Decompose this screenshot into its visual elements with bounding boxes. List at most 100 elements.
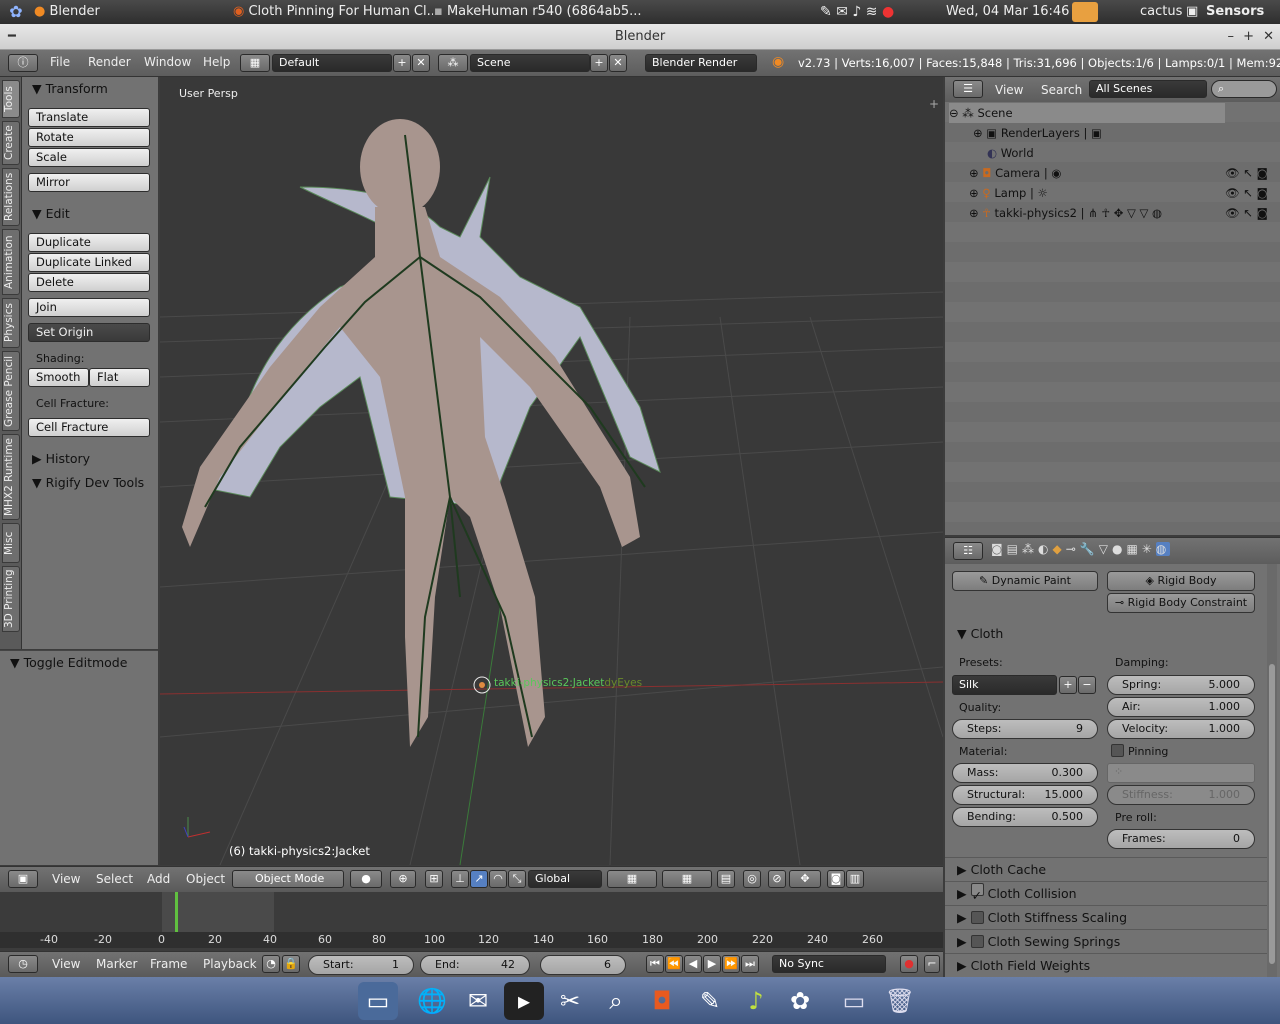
eye-icon[interactable]: 👁 [1225, 206, 1240, 220]
play-reverse-icon[interactable]: ◀ [684, 955, 702, 973]
cloth-preset-select[interactable]: Silk [952, 675, 1057, 695]
duplicate-button[interactable]: Duplicate [28, 233, 150, 252]
menu-view[interactable]: View [52, 872, 80, 886]
expand-icon[interactable]: ⊕ [973, 126, 983, 140]
editor-type-info-icon[interactable]: ⓘ [8, 54, 38, 72]
eye-icon[interactable]: 👁 [1225, 186, 1240, 200]
constraints-tab-icon[interactable]: ⊸ [1066, 542, 1080, 556]
close-icon[interactable]: ✕ [1263, 24, 1274, 50]
trash-icon[interactable]: 🗑 [880, 982, 920, 1020]
tab-misc[interactable]: Misc [2, 523, 20, 563]
camera-restrict-icons[interactable]: 👁 ↖ ◙ [1225, 163, 1277, 183]
browser-globe-icon[interactable]: 🌐 [412, 982, 452, 1020]
scene-icon[interactable]: ⁂ [438, 54, 468, 72]
texture-tab-icon[interactable]: ▦ [1126, 542, 1141, 556]
menu-help[interactable]: Help [203, 55, 230, 69]
editor-type-properties-icon[interactable]: ☷ [953, 542, 983, 560]
modifiers-tab-icon[interactable]: 🔧 [1080, 542, 1099, 556]
screen-layout-icon[interactable]: ▦ [240, 54, 270, 72]
tab-physics[interactable]: Physics [2, 298, 20, 348]
end-frame-field[interactable]: End: 42 [420, 955, 530, 975]
notes-icon[interactable]: ✎ [820, 4, 832, 20]
rigify-panel-header[interactable]: ▼ Rigify Dev Tools [32, 475, 144, 490]
menu-select[interactable]: Select [96, 872, 133, 886]
wifi-icon[interactable]: ≋ [866, 4, 878, 20]
render-still-icon[interactable]: ◙ [827, 870, 845, 888]
scale-manip-icon[interactable]: ⤡ [508, 870, 526, 888]
menu-outliner-view[interactable]: View [995, 83, 1023, 97]
cloth-collision-panel[interactable]: ▶ ✓ Cloth Collision [945, 881, 1267, 905]
ubuntu-menu-icon[interactable]: ✿ [4, 0, 28, 24]
takki-restrict-icons[interactable]: 👁 ↖ ◙ [1225, 203, 1277, 223]
editor-type-timeline-icon[interactable]: ◷ [8, 955, 38, 973]
pinning-checkbox-box[interactable] [1111, 744, 1124, 757]
steps-field[interactable]: Steps: 9 [952, 719, 1098, 739]
rigid-body-constraint-button[interactable]: ⊸ Rigid Body Constraint [1107, 593, 1255, 613]
alert-icon[interactable]: ● [882, 4, 894, 20]
velocity-field[interactable]: Velocity: 1.000 [1107, 719, 1255, 739]
delete-button[interactable]: Delete [28, 273, 150, 292]
tab-mhx2-runtime[interactable]: MHX2 Runtime [2, 434, 20, 520]
outliner-row-renderlayers[interactable]: ⊕ ▣ RenderLayers | ▣ [973, 123, 1102, 143]
sewing-springs-checkbox[interactable] [970, 935, 984, 948]
keying-icon[interactable]: ⌐ [924, 955, 940, 973]
proportional-edit-icon[interactable]: ◎ [743, 870, 761, 888]
scene-field[interactable]: Scene [470, 54, 590, 72]
mail-icon[interactable]: ✉ [836, 4, 848, 20]
add-preset-icon[interactable]: + [1059, 676, 1077, 694]
menu-outliner-search[interactable]: Search [1041, 83, 1082, 97]
pivot-point-icon[interactable]: ⊕ [390, 870, 416, 888]
cursor-icon[interactable]: ↖ [1243, 186, 1253, 200]
mass-field[interactable]: Mass: 0.300 [952, 763, 1098, 783]
preview-range-icon[interactable]: ◔ [262, 955, 280, 973]
current-frame-field[interactable]: 6 [540, 955, 626, 975]
record-icon[interactable]: ● [900, 955, 918, 973]
screen-layout-field[interactable]: Default [272, 54, 392, 72]
tab-create[interactable]: Create [2, 121, 20, 165]
outliner-tree[interactable]: ⊖ ⁂ Scene ⊕ ▣ RenderLayers | ▣ ◐ World ⊕… [945, 102, 1280, 535]
clock[interactable]: Wed, 04 Mar 16:46 [946, 0, 1076, 24]
minimize-icon[interactable]: – [1228, 24, 1235, 50]
cloth-sewing-springs-panel[interactable]: ▶ Cloth Sewing Springs [945, 929, 1267, 953]
collapse-icon[interactable]: ⊖ [949, 106, 959, 120]
toggle-editmode-header[interactable]: ▼ Toggle Editmode [10, 655, 127, 670]
render-tab-icon[interactable]: ◙ [991, 542, 1007, 556]
outliner-row-lamp[interactable]: ⊕ ♀ Lamp | ☼ [969, 183, 1048, 203]
editor-type-outliner-icon[interactable]: ☰ [953, 80, 983, 98]
transform-panel-header[interactable]: ▼ Transform [32, 81, 108, 96]
3d-viewport[interactable]: User Persp takki-physics2:JacketdyEyes (… [160, 77, 943, 865]
file-manager-icon[interactable]: ▭ [834, 982, 874, 1020]
window-menu-icon[interactable]: ━ [8, 24, 16, 50]
join-button[interactable]: Join [28, 298, 150, 317]
render-icon[interactable]: ◙ [1257, 206, 1268, 220]
structural-field[interactable]: Structural: 15.000 [952, 785, 1098, 805]
menu-render[interactable]: Render [88, 55, 131, 69]
play-icon[interactable]: ▶ [703, 955, 721, 973]
task-blender[interactable]: ● Blender [34, 0, 224, 24]
volume-icon[interactable]: ♪ [852, 4, 861, 20]
tab-animation[interactable]: Animation [2, 229, 20, 295]
start-frame-field[interactable]: Start: 1 [308, 955, 414, 975]
object-tab-icon[interactable]: ◆ [1052, 542, 1065, 556]
layers-b-icon[interactable]: ▦ [662, 870, 712, 888]
task-browser[interactable]: ◉ Cloth Pinning For Human Cl... [233, 0, 433, 24]
current-frame-cursor[interactable] [175, 892, 178, 932]
render-icon[interactable]: ◙ [1257, 186, 1268, 200]
software-center-icon[interactable]: ◘ [642, 982, 682, 1020]
editor-type-3dview-icon[interactable]: ▣ [8, 870, 38, 888]
orientation-select[interactable]: Global [528, 870, 602, 888]
menu-window[interactable]: Window [144, 55, 191, 69]
air-field[interactable]: Air: 1.000 [1107, 697, 1255, 717]
render-icon[interactable]: ◙ [1257, 166, 1268, 180]
tab-relations[interactable]: Relations [2, 168, 20, 226]
spring-field[interactable]: Spring: 5.000 [1107, 675, 1255, 695]
jump-end-icon[interactable]: ⏭ [741, 955, 759, 973]
lamp-restrict-icons[interactable]: 👁 ↖ ◙ [1225, 183, 1277, 203]
tray-icons[interactable]: ✎ ✉ ♪ ≋ ● [820, 0, 930, 24]
cloth-field-weights-panel[interactable]: ▶ Cloth Field Weights [945, 953, 1267, 977]
menu-timeline-view[interactable]: View [52, 957, 80, 971]
rotate-manip-icon[interactable]: ◠ [489, 870, 507, 888]
timeline-editor[interactable]: -40 -20 0 20 40 60 80 100 120 140 160 18… [0, 892, 943, 948]
lock-icon[interactable]: ▣ [1186, 0, 1204, 24]
particles-tab-icon[interactable]: ✳ [1142, 542, 1156, 556]
